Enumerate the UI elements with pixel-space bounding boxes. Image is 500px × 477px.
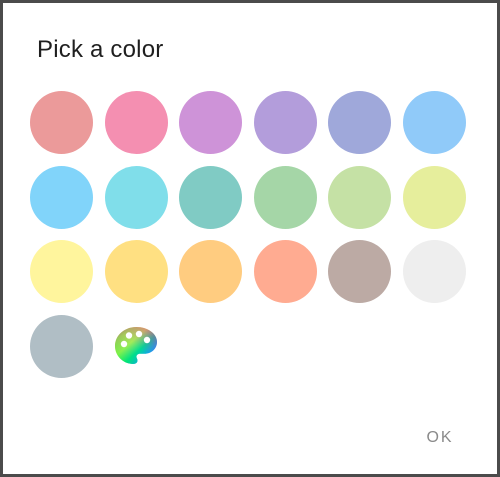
color-swatch-teal[interactable] xyxy=(179,165,242,229)
color-swatch-brown[interactable] xyxy=(328,240,391,303)
color-swatch-green[interactable] xyxy=(253,165,317,229)
color-swatch-light-green[interactable] xyxy=(328,165,391,229)
color-swatch-light-blue[interactable] xyxy=(30,165,93,229)
palette-icon xyxy=(114,326,157,364)
color-swatch-purple[interactable] xyxy=(179,91,242,154)
color-swatch-deep-orange[interactable] xyxy=(253,240,317,303)
color-swatch-grey[interactable] xyxy=(402,240,466,303)
color-swatch-pink[interactable] xyxy=(104,91,168,154)
color-swatch-deep-purple[interactable] xyxy=(253,91,317,154)
color-swatch-cyan[interactable] xyxy=(104,165,168,229)
color-swatch-blue[interactable] xyxy=(402,91,466,154)
dialog-title: Pick a color xyxy=(37,36,164,63)
color-swatch-lime[interactable] xyxy=(402,165,466,229)
color-swatch-orange[interactable] xyxy=(179,240,242,303)
color-swatch-indigo[interactable] xyxy=(328,91,391,154)
color-swatch-yellow[interactable] xyxy=(30,240,93,303)
color-swatch-red[interactable] xyxy=(30,91,93,154)
color-swatch-blue-grey[interactable] xyxy=(30,314,93,378)
ok-button[interactable]: OK xyxy=(413,421,467,455)
custom-color-button[interactable] xyxy=(105,315,168,378)
color-swatch-amber[interactable] xyxy=(104,240,168,303)
color-picker-dialog: Pick a color OK xyxy=(3,3,497,474)
